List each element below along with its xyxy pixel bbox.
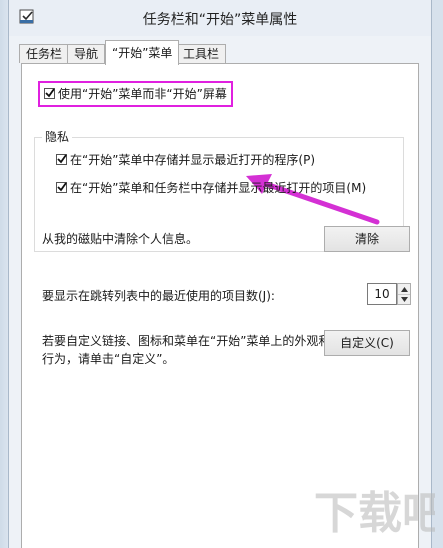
clear-tiles-text: 从我的磁贴中清除个人信息。 bbox=[42, 232, 199, 246]
chevron-down-icon bbox=[400, 296, 408, 302]
jumplist-count-stepper bbox=[397, 283, 411, 305]
title-bar: 任务栏和“开始”菜单属性 bbox=[9, 0, 431, 36]
clear-button[interactable]: 清除 bbox=[324, 226, 410, 252]
recent-programs-label: 在“开始”菜单中存储并显示最近打开的程序(P) bbox=[70, 153, 316, 167]
use-start-menu-checkbox[interactable] bbox=[44, 88, 55, 99]
recent-programs-checkbox[interactable] bbox=[56, 154, 67, 165]
customize-button[interactable]: 自定义(C) bbox=[324, 330, 410, 356]
properties-dialog: 任务栏和“开始”菜单属性 任务栏 导航 “开始”菜单 工具栏 使用“开始”菜单而… bbox=[8, 0, 432, 548]
customize-text-line1: 若要自定义链接、图标和菜单在“开始”菜单上的外观和 bbox=[42, 334, 331, 348]
tab-toolbars[interactable]: 工具栏 bbox=[176, 44, 227, 63]
use-start-menu-label: 使用“开始”菜单而非“开始”屏幕 bbox=[58, 87, 227, 101]
tab-taskbar[interactable]: 任务栏 bbox=[19, 44, 70, 63]
customize-text-line2: 行为，请单击“自定义”。 bbox=[42, 352, 175, 366]
watermark-text: 下载吧 bbox=[314, 488, 435, 539]
tab-navigation[interactable]: 导航 bbox=[67, 44, 106, 63]
chevron-up-icon bbox=[400, 286, 408, 292]
jumplist-count-input[interactable]: 10 bbox=[367, 283, 397, 305]
window-title: 任务栏和“开始”菜单属性 bbox=[142, 12, 298, 28]
tab-strip: 任务栏 导航 “开始”菜单 工具栏 bbox=[9, 40, 431, 65]
watermark-logo: 下载吧 bbox=[314, 488, 435, 539]
recent-items-checkbox[interactable] bbox=[56, 182, 67, 193]
jumplist-count-label: 要显示在跳转列表中的最近使用的项目数(J): bbox=[42, 289, 275, 303]
tab-start-menu[interactable]: “开始”菜单 bbox=[105, 40, 180, 65]
stepper-down-button[interactable] bbox=[398, 294, 410, 304]
privacy-group-title: 隐私 bbox=[42, 128, 73, 145]
recent-items-label: 在“开始”菜单和任务栏中存储并显示最近打开的项目(M) bbox=[70, 181, 367, 195]
